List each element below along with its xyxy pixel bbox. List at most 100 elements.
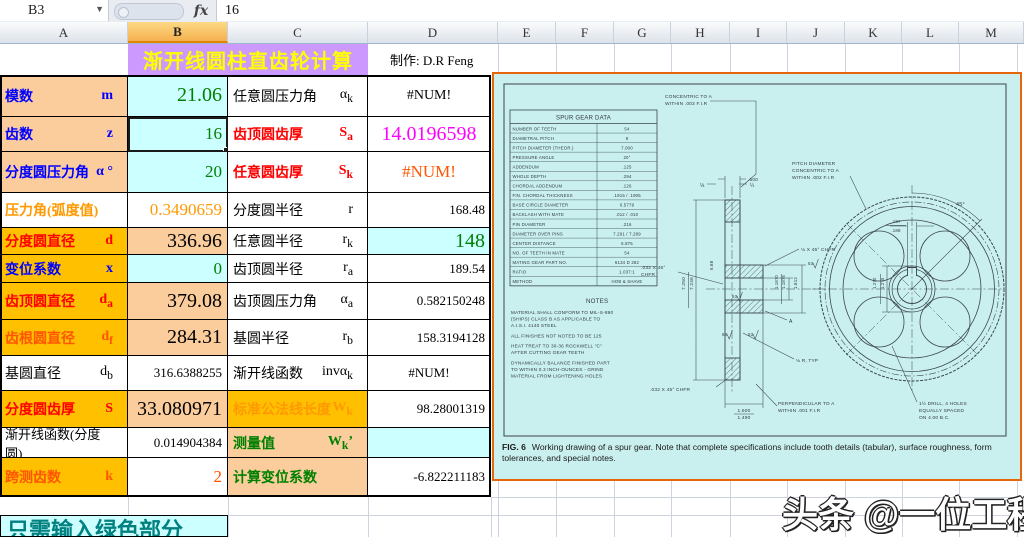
symbol: k: [105, 469, 113, 484]
cell-C13[interactable]: 计算变位系数: [228, 458, 368, 497]
svg-text:7.250: 7.250: [681, 277, 687, 290]
cell-D3[interactable]: 14.0196598: [368, 117, 491, 152]
cell-A6[interactable]: 分度圆直径 d: [0, 228, 128, 255]
cell-A7[interactable]: 变位系数 x: [0, 255, 128, 283]
formula-input[interactable]: 16: [217, 0, 1024, 21]
spur-gear-drawing-image[interactable]: SPUR GEAR DATA NUMBER OF TEETH 54 DIAMETRAL…: [492, 72, 1022, 481]
column-header-I[interactable]: I: [730, 22, 787, 43]
cell-B8[interactable]: 379.08: [128, 283, 228, 320]
column-header-G[interactable]: G: [614, 22, 671, 43]
cell-C10[interactable]: 渐开线函数 invαk: [228, 356, 368, 391]
column-header-H[interactable]: H: [671, 22, 730, 43]
column-header-A[interactable]: A: [0, 22, 128, 43]
formula-bar: B3 ▼ fx 16: [0, 0, 1024, 23]
column-header-M[interactable]: M: [959, 22, 1024, 43]
svg-text:1½ DRILL, 4 HOLES: 1½ DRILL, 4 HOLES: [919, 400, 967, 407]
cell-D13[interactable]: -6.822211183: [368, 458, 491, 497]
cell-B9[interactable]: 284.31: [128, 320, 228, 356]
svg-text:SPUR GEAR DATA: SPUR GEAR DATA: [556, 116, 611, 122]
symbol: Wk: [332, 400, 353, 418]
cell-B3[interactable]: 16: [128, 117, 228, 152]
column-header-C[interactable]: C: [228, 22, 368, 43]
cell-A9[interactable]: 齿根圆直径 df: [0, 320, 128, 356]
cell-B7[interactable]: 0: [128, 255, 228, 283]
cell-C4[interactable]: 任意圆齿厚 Sk: [228, 152, 368, 193]
cell-A3[interactable]: 齿数 z: [0, 117, 128, 152]
column-header-J[interactable]: J: [787, 22, 845, 43]
svg-text:8: 8: [626, 136, 629, 141]
cell-C3[interactable]: 齿顶圆齿厚 Sa: [228, 117, 368, 152]
cell-A8[interactable]: 齿顶圆直径 da: [0, 283, 128, 320]
insert-function-icon[interactable]: fx: [188, 1, 214, 21]
cell-B5[interactable]: 0.3490659: [128, 193, 228, 228]
cell-D4[interactable]: #NUM!: [368, 152, 491, 193]
svg-text:.032 X 45°: .032 X 45°: [641, 265, 665, 271]
cell-D9[interactable]: 158.3194128: [368, 320, 491, 356]
name-box[interactable]: B3 ▼: [0, 0, 109, 21]
cell-D12[interactable]: [368, 428, 491, 458]
symbol: αk: [339, 86, 353, 105]
cell-B6[interactable]: 336.96: [128, 228, 228, 255]
svg-text:ALL FINISHES NOT NOTED TO BE 1: ALL FINISHES NOT NOTED TO BE 125: [511, 333, 602, 338]
svg-text:MATING GEAR PART NO.: MATING GEAR PART NO.: [513, 260, 568, 265]
svg-text:HEAT TREAT TO 30-36 ROCKWELL ": HEAT TREAT TO 30-36 ROCKWELL "C": [511, 344, 602, 349]
cell-A10[interactable]: 基圆直径 db: [0, 356, 128, 391]
cell-B13[interactable]: 2: [128, 458, 228, 497]
sheet-grid: 渐开线圆柱直齿轮计算 制作: D.R Feng 模数 m 21.06 任意圆压力角 αk…: [0, 44, 1024, 537]
cell-C12[interactable]: 测量值 Wk’: [228, 428, 368, 458]
svg-text:CENTER DISTANCE: CENTER DISTANCE: [513, 241, 556, 246]
cell-A12[interactable]: 渐开线函数(分度圆): [0, 428, 128, 458]
svg-text:MATERIAL FROM LIGHTENING HOLES: MATERIAL FROM LIGHTENING HOLES: [511, 374, 602, 379]
cell-C5[interactable]: 分度圆半径 r: [228, 193, 368, 228]
cell-D11[interactable]: 98.28001319: [368, 391, 491, 428]
cell-A4[interactable]: 分度圆压力角 α °: [0, 152, 128, 193]
cell-C9[interactable]: 基圆半径 rb: [228, 320, 368, 356]
cell-A5[interactable]: 压力角(弧度值): [0, 193, 128, 228]
name-box-dropdown-icon[interactable]: ▼: [95, 4, 104, 14]
column-header-K[interactable]: K: [845, 22, 902, 43]
svg-text:63: 63: [722, 332, 728, 337]
dimension-lines: [677, 100, 983, 415]
cell-B2[interactable]: 21.06: [128, 75, 228, 117]
cell-D2[interactable]: #NUM!: [368, 75, 491, 117]
cell-C2[interactable]: 任意圆压力角 αk: [228, 75, 368, 117]
svg-text:.125: .125: [622, 164, 632, 169]
svg-text:NOTES: NOTES: [586, 298, 608, 305]
svg-text:6.5779: 6.5779: [620, 203, 635, 208]
svg-text:A: A: [789, 319, 793, 325]
svg-text:7.246: 7.246: [689, 277, 695, 290]
sheet-title-cell[interactable]: 渐开线圆柱直齿轮计算: [128, 44, 368, 75]
svg-text:1.500: 1.500: [737, 408, 750, 414]
svg-text:DYNAMICALLY BALANCE FINISHED P: DYNAMICALLY BALANCE FINISHED PART: [511, 360, 610, 365]
cell-A11[interactable]: 分度圆齿厚 S: [0, 391, 128, 428]
svg-text:63: 63: [808, 261, 814, 266]
drawing-annotations: CONCENTRIC TO AWITHIN .003 F.I.RPITCH DI…: [641, 94, 967, 421]
svg-text:6.88: 6.88: [709, 260, 714, 270]
cell-A13[interactable]: 跨测齿数 k: [0, 458, 128, 497]
cell-B4[interactable]: 20: [128, 152, 228, 193]
cell-C6[interactable]: 任意圆半径 rk: [228, 228, 368, 255]
cell-D7[interactable]: 189.54: [368, 255, 491, 283]
cell-C7[interactable]: 齿顶圆半径 ra: [228, 255, 368, 283]
svg-text:1.275: 1.275: [880, 277, 885, 289]
cell-C11[interactable]: 标准公法线长度 Wk: [228, 391, 368, 428]
cell-C8[interactable]: 齿顶圆压力角 αa: [228, 283, 368, 320]
column-header-E[interactable]: E: [498, 22, 556, 43]
cell-D6[interactable]: 148: [368, 228, 491, 255]
svg-text:54: 54: [624, 250, 630, 255]
symbol: Wk’: [327, 433, 353, 452]
cell-B10[interactable]: 316.6388255: [128, 356, 228, 391]
cell-B12[interactable]: 0.014904384: [128, 428, 228, 458]
column-header-D[interactable]: D: [368, 22, 498, 43]
cell-A2[interactable]: 模数 m: [0, 75, 128, 117]
cell-D8[interactable]: 0.582150248: [368, 283, 491, 320]
svg-text:(SHIPS) CLASS B AS APPLICABLE: (SHIPS) CLASS B AS APPLICABLE TO: [511, 317, 600, 322]
column-header-F[interactable]: F: [556, 22, 614, 43]
cell-B11[interactable]: 33.080971: [128, 391, 228, 428]
cell-D10[interactable]: #NUM!: [368, 356, 491, 391]
input-hint-cell[interactable]: 只需输入绿色部分: [0, 515, 228, 537]
maker-cell[interactable]: 制作: D.R Feng: [368, 44, 498, 75]
column-header-B[interactable]: B: [128, 22, 228, 43]
column-header-L[interactable]: L: [902, 22, 959, 43]
cell-D5[interactable]: 168.48: [368, 193, 491, 228]
